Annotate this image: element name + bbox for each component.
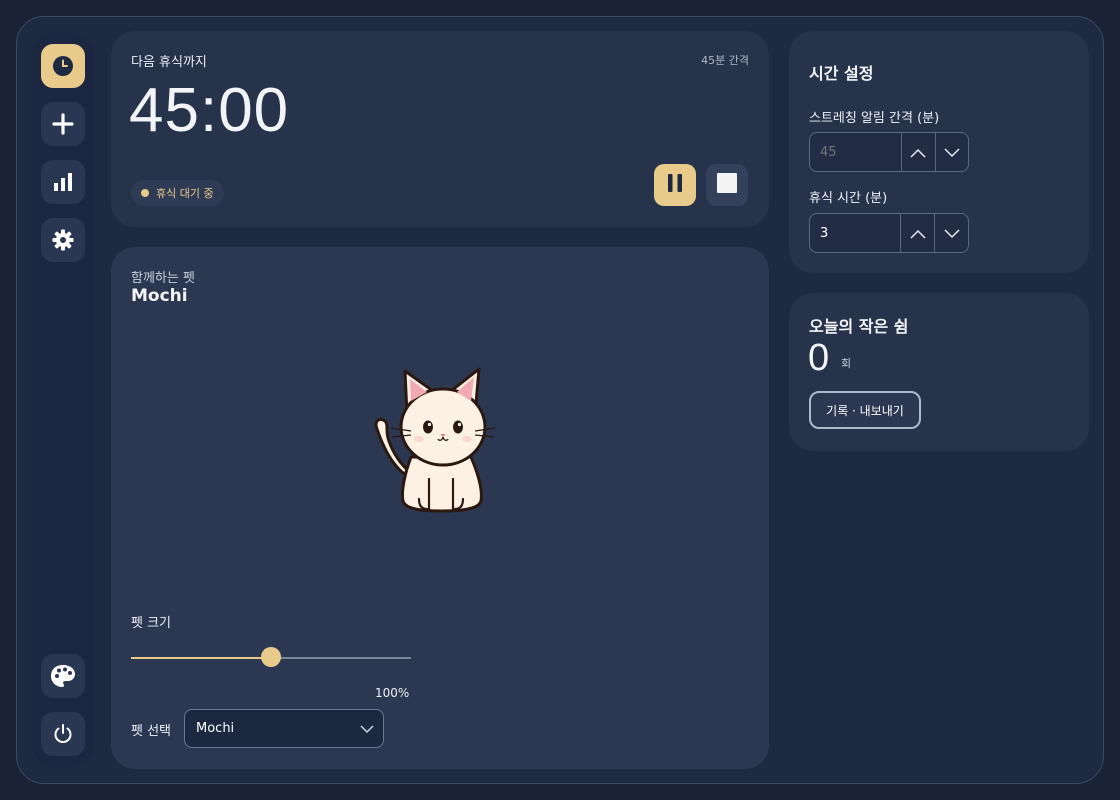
slider-thumb[interactable]	[261, 647, 281, 667]
sidebar-item-add[interactable]	[41, 102, 85, 146]
palette-icon	[50, 664, 76, 688]
sidebar-item-settings[interactable]	[41, 218, 85, 262]
pet-size-value: 100%	[375, 686, 410, 700]
pet-size-label: 펫 크기	[131, 616, 172, 631]
timer-card: 다음 휴식까지 45분 간격 45:00 휴식 대기 중	[111, 31, 769, 227]
status-text: 휴식 대기 중	[156, 187, 214, 200]
pet-select-label: 펫 선택	[131, 724, 172, 739]
break-input[interactable]: 3	[810, 214, 900, 252]
sidebar-item-stats[interactable]	[41, 160, 85, 204]
break-count-unit: 회	[841, 357, 852, 370]
pause-button[interactable]	[654, 164, 696, 206]
break-up-button[interactable]	[900, 214, 934, 252]
pet-size-slider[interactable]	[131, 647, 411, 667]
settings-title: 시간 설정	[809, 64, 874, 83]
status-badge: 휴식 대기 중	[131, 180, 224, 206]
timer-title: 다음 휴식까지	[131, 55, 207, 70]
clock-icon	[52, 55, 74, 77]
timer-countdown: 45:00	[129, 76, 290, 145]
break-count: 0	[808, 337, 830, 379]
bar-chart-icon	[52, 171, 74, 193]
settings-card: 시간 설정 스트레칭 알림 간격 (분) 휴식 시간 (분) 3	[789, 31, 1089, 273]
plus-icon	[52, 113, 74, 135]
interval-stepper	[809, 132, 969, 172]
pet-card: 함께하는 펫 Mochi 펫 크기 100% 펫 선택 Mochi	[111, 247, 769, 769]
chevron-down-icon	[944, 143, 960, 162]
stop-button[interactable]	[706, 164, 748, 206]
chevron-up-icon	[910, 143, 926, 162]
pause-icon	[666, 173, 684, 197]
pet-name: Mochi	[131, 286, 188, 306]
pet-select[interactable]: Mochi	[184, 709, 384, 748]
power-icon	[52, 723, 74, 745]
interval-badge: 45분 간격	[701, 54, 749, 67]
interval-input[interactable]	[810, 133, 901, 171]
sidebar-item-power[interactable]	[41, 712, 85, 756]
break-down-button[interactable]	[934, 214, 968, 252]
break-label: 휴식 시간 (분)	[809, 191, 888, 206]
today-card: 오늘의 작은 쉼 0 회 기록 · 내보내기	[789, 293, 1089, 451]
cat-illustration	[371, 361, 511, 516]
pet-select-value: Mochi	[196, 721, 235, 736]
status-dot-icon	[141, 189, 149, 197]
sidebar	[32, 32, 94, 768]
chevron-down-icon	[360, 723, 374, 738]
today-title: 오늘의 작은 쉼	[809, 317, 909, 336]
interval-down-button[interactable]	[934, 133, 969, 171]
pet-subtitle: 함께하는 펫	[131, 271, 195, 286]
interval-label: 스트레칭 알림 간격 (분)	[809, 111, 940, 126]
interval-up-button[interactable]	[901, 133, 935, 171]
slider-fill	[131, 657, 271, 659]
sidebar-item-theme[interactable]	[41, 654, 85, 698]
sidebar-item-timer[interactable]	[41, 44, 85, 88]
export-button[interactable]: 기록 · 내보내기	[809, 391, 921, 429]
stop-icon	[717, 173, 737, 197]
chevron-up-icon	[910, 224, 926, 243]
gear-icon	[52, 229, 74, 251]
break-stepper: 3	[809, 213, 969, 253]
chevron-down-icon	[944, 224, 960, 243]
